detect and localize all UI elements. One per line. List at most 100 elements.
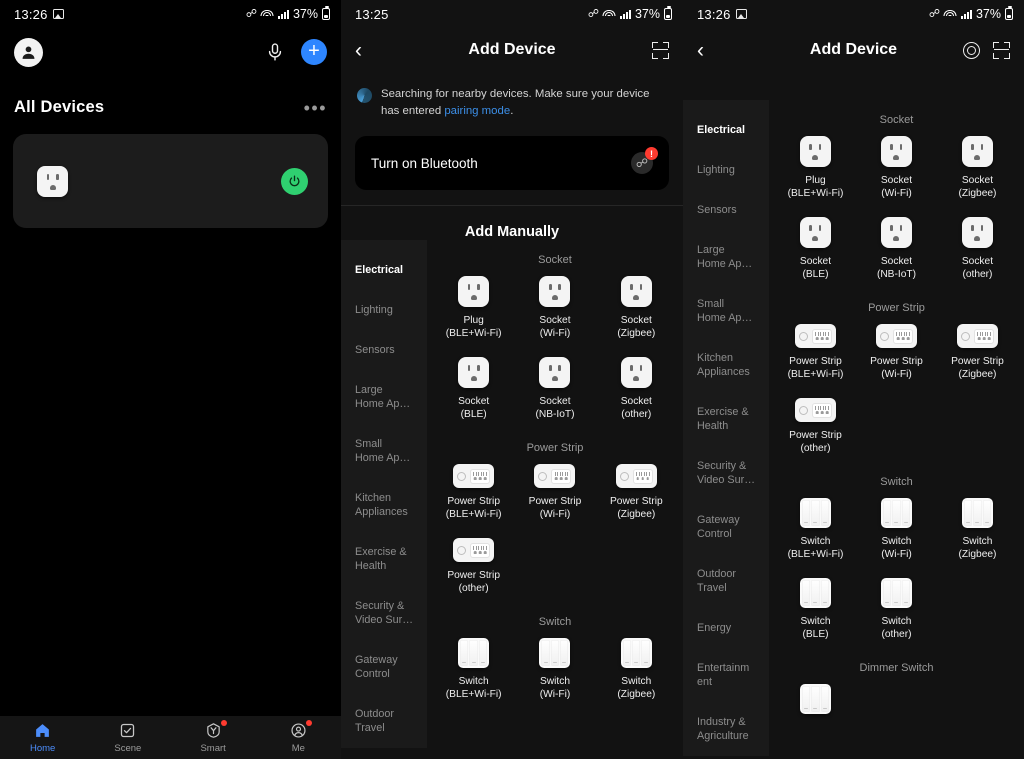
sidebar-item-entertainm-ent[interactable]: Entertainm ent	[683, 648, 769, 702]
add-device-header: ‹ Add Device	[341, 28, 683, 72]
product-item[interactable]: Switch (Wi-Fi)	[514, 638, 595, 701]
sidebar-item-label: Health	[697, 420, 729, 432]
sidebar-item-outdoor-travel[interactable]: Outdoor Travel	[683, 554, 769, 608]
sidebar-item-lighting[interactable]: Lighting	[683, 150, 769, 190]
sidebar-item-kitchen-appliances[interactable]: Kitchen Appliances	[341, 478, 427, 532]
product-item[interactable]: Power Strip (other)	[775, 398, 856, 455]
scan-qr-icon[interactable]	[652, 41, 669, 59]
scan-qr-icon[interactable]	[993, 41, 1010, 59]
product-item[interactable]: Socket (Zigbee)	[596, 276, 677, 340]
sidebar-item-label: Home Ap…	[355, 452, 411, 464]
sidebar-item-security-video-sur[interactable]: Security & Video Sur…	[341, 586, 427, 640]
product-item[interactable]: Power Strip (BLE+Wi-Fi)	[775, 324, 856, 381]
product-item[interactable]: Socket (other)	[937, 217, 1018, 281]
smart-badge	[220, 719, 227, 726]
microphone-icon[interactable]	[265, 41, 285, 63]
switch-icon	[799, 498, 831, 528]
sidebar-item-large-home-ap[interactable]: Large Home Ap…	[683, 230, 769, 284]
product-item[interactable]: Power Strip (Wi-Fi)	[514, 464, 595, 521]
product-item[interactable]: Power Strip (Wi-Fi)	[856, 324, 937, 381]
sidebar-item-label: Lighting	[697, 164, 735, 176]
sidebar-item-security-video-sur[interactable]: Security & Video Sur…	[683, 446, 769, 500]
sidebar-item-label: Home Ap…	[355, 398, 411, 410]
product-item[interactable]: Plug (BLE+Wi-Fi)	[433, 276, 514, 340]
switch-icon	[880, 578, 912, 608]
product-label: Switch (Wi-Fi)	[881, 536, 912, 560]
sidebar-item-label: Home Ap…	[697, 258, 753, 270]
turn-on-bluetooth-card[interactable]: Turn on Bluetooth ☍ !	[355, 136, 669, 190]
add-device-button[interactable]: +	[301, 39, 327, 65]
back-button[interactable]: ‹	[355, 40, 362, 61]
product-grid: Power Strip (BLE+Wi-Fi) Power Strip (Wi-Fi)…	[427, 456, 683, 612]
sidebar-item-exercise-health[interactable]: Exercise & Health	[341, 532, 427, 586]
pairing-mode-link[interactable]: pairing mode	[444, 105, 510, 117]
product-item[interactable]: Socket (Wi-Fi)	[856, 136, 937, 200]
sidebar-item-label: Outdoor	[697, 568, 737, 580]
sidebar-item-sensors[interactable]: Sensors	[341, 330, 427, 370]
product-label: Socket (Wi-Fi)	[539, 315, 571, 339]
product-item[interactable]: Switch (Zigbee)	[596, 638, 677, 701]
wifi-icon	[602, 9, 616, 19]
product-label: Socket (Wi-Fi)	[880, 175, 913, 199]
tab-home[interactable]: Home	[0, 716, 85, 759]
sidebar-item-small-home-ap[interactable]: Small Home Ap…	[341, 424, 427, 478]
socket-icon	[799, 136, 831, 167]
product-label: Socket (NB-IoT)	[876, 256, 916, 280]
product-label: Socket (Zigbee)	[958, 175, 997, 199]
sidebar-item-kitchen-appliances[interactable]: Kitchen Appliances	[683, 338, 769, 392]
product-item[interactable]: Socket (BLE)	[433, 357, 514, 421]
sidebar-item-electrical[interactable]: Electrical	[683, 110, 769, 150]
sidebar-item-energy[interactable]: Energy	[683, 608, 769, 648]
searching-banner: Searching for nearby devices. Make sure …	[341, 72, 683, 120]
sidebar-item-gateway-control[interactable]: Gateway Control	[341, 640, 427, 694]
back-button[interactable]: ‹	[697, 40, 704, 61]
product-item[interactable]: Power Strip (Zigbee)	[596, 464, 677, 521]
product-item[interactable]: Switch (BLE+Wi-Fi)	[775, 498, 856, 561]
more-options-icon[interactable]: •••	[304, 99, 327, 117]
socket-icon	[539, 276, 571, 307]
sidebar-item-electrical[interactable]: Electrical	[341, 250, 427, 290]
home-top-bar: +	[0, 28, 341, 76]
sidebar-item-outdoor-travel[interactable]: Outdoor Travel	[341, 694, 427, 748]
category-sidebar[interactable]: Electrical Lighting Sensors Large Home Ap… Sm…	[683, 100, 769, 756]
product-item[interactable]: Socket (NB-IoT)	[856, 217, 937, 281]
product-item[interactable]: Switch (Wi-Fi)	[856, 498, 937, 561]
product-label: Socket (other)	[620, 396, 652, 420]
sidebar-item-exercise-health[interactable]: Exercise & Health	[683, 392, 769, 446]
product-item[interactable]: Switch (Zigbee)	[937, 498, 1018, 561]
battery-icon	[1005, 6, 1013, 20]
sidebar-item-label: Control	[697, 528, 732, 540]
switch-icon	[620, 638, 652, 668]
product-item[interactable]: Switch (BLE+Wi-Fi)	[433, 638, 514, 701]
product-item[interactable]: Switch (BLE)	[775, 578, 856, 641]
sidebar-item-gateway-control[interactable]: Gateway Control	[683, 500, 769, 554]
battery-icon	[664, 6, 672, 20]
tab-me[interactable]: Me	[256, 716, 341, 759]
product-item[interactable]: Socket (NB-IoT)	[514, 357, 595, 421]
product-item[interactable]: Power Strip (other)	[433, 538, 514, 595]
sidebar-item-industry-agriculture[interactable]: Industry & Agriculture	[683, 702, 769, 756]
category-sidebar[interactable]: Electrical Lighting Sensors Large Home Ap… Sm…	[341, 240, 427, 748]
sidebar-item-sensors[interactable]: Sensors	[683, 190, 769, 230]
product-item[interactable]: Switch (other)	[856, 578, 937, 641]
product-item[interactable]	[775, 684, 856, 721]
product-item[interactable]: Power Strip (BLE+Wi-Fi)	[433, 464, 514, 521]
product-item[interactable]: Socket (Zigbee)	[937, 136, 1018, 200]
target-icon[interactable]	[963, 41, 980, 59]
tab-smart[interactable]: Smart	[171, 716, 256, 759]
product-item[interactable]: Power Strip (Zigbee)	[937, 324, 1018, 381]
sidebar-item-small-home-ap[interactable]: Small Home Ap…	[683, 284, 769, 338]
avatar[interactable]	[14, 37, 43, 67]
device-card[interactable]	[13, 134, 328, 228]
product-item[interactable]: Socket (Wi-Fi)	[514, 276, 595, 340]
product-item[interactable]: Plug (BLE+Wi-Fi)	[775, 136, 856, 200]
power-strip-icon	[956, 324, 998, 348]
status-bar: 13:26 ☍ 37%	[0, 0, 341, 28]
sidebar-item-lighting[interactable]: Lighting	[341, 290, 427, 330]
product-item[interactable]: Socket (BLE)	[775, 217, 856, 281]
tab-scene[interactable]: Scene	[85, 716, 170, 759]
sidebar-item-large-home-ap[interactable]: Large Home Ap…	[341, 370, 427, 424]
tab-scene-label: Scene	[114, 742, 142, 754]
product-item[interactable]: Socket (other)	[596, 357, 677, 421]
device-power-toggle[interactable]	[281, 167, 308, 195]
